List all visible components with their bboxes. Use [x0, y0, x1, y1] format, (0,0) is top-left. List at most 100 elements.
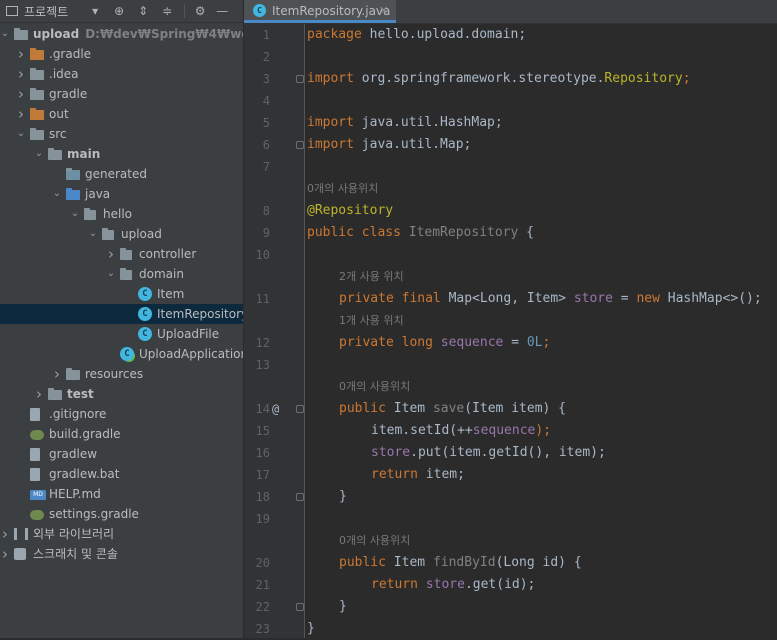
collapse-all-icon[interactable]: ≑ — [158, 2, 176, 20]
tree-item[interactable]: settings.gradle — [0, 504, 243, 524]
fold-marker-icon[interactable] — [296, 75, 304, 83]
minimize-icon[interactable]: — — [213, 2, 231, 20]
fold-marker-icon[interactable] — [296, 405, 304, 413]
tree-item[interactable]: › controller — [0, 244, 243, 264]
tree-item[interactable]: › .idea — [0, 64, 243, 84]
tree-item-label: main — [67, 147, 101, 161]
chevron-right-icon[interactable]: › — [106, 244, 116, 264]
tree-item[interactable]: ⌄ hello — [0, 204, 243, 224]
tree-item[interactable]: generated — [0, 164, 243, 184]
close-icon[interactable]: ✕ — [379, 0, 388, 22]
fold-marker-icon[interactable] — [296, 603, 304, 611]
tree-item[interactable]: build.gradle — [0, 424, 243, 444]
line-number: 17 — [255, 468, 270, 482]
chevron-right-icon[interactable]: › — [16, 104, 26, 124]
fold-marker-icon[interactable] — [296, 141, 304, 149]
usage-hint[interactable]: 1개 사용 위치 — [339, 310, 404, 332]
tree-item[interactable]: C UploadApplication — [0, 344, 243, 364]
code-token: store — [371, 445, 411, 460]
chevron-down-icon[interactable]: ⌄ — [106, 264, 116, 284]
code-line: public class ItemRepository { — [307, 222, 534, 244]
tree-item[interactable]: ⌄ uploadD:₩dev₩Spring₩4₩workspace — [0, 24, 243, 44]
tree-item[interactable]: C ItemRepository — [0, 304, 243, 324]
tree-item-label: gradle — [49, 87, 88, 101]
project-view-icon[interactable] — [6, 6, 18, 16]
tree-item-label: UploadApplication — [139, 347, 243, 361]
project-panel-title[interactable]: 프로젝트 — [24, 3, 68, 20]
code-line: private final Map<Long, Item> store = ne… — [339, 288, 762, 310]
tree-item[interactable]: C Item — [0, 284, 243, 304]
code-line: } — [339, 596, 347, 618]
tree-item[interactable]: ⌄ upload — [0, 224, 243, 244]
code-token: { — [518, 225, 534, 240]
chevron-right-icon[interactable]: › — [52, 364, 62, 384]
chevron-down-icon[interactable]: ⌄ — [70, 204, 80, 224]
class-icon: C — [138, 287, 152, 301]
tab-item-repository[interactable]: C ItemRepository.java ✕ — [244, 0, 396, 23]
tree-item[interactable]: › 외부 라이브러리 — [0, 524, 243, 544]
tree-item[interactable]: › out — [0, 104, 243, 124]
tree-item[interactable]: › 스크래치 및 콘솔 — [0, 544, 243, 564]
expand-all-icon[interactable]: ⇕ — [134, 2, 152, 20]
code-token: import — [307, 137, 354, 152]
code-line: } — [339, 486, 347, 508]
code-token: item.setId(++ — [371, 423, 473, 438]
usage-hint[interactable]: 0개의 사용위치 — [307, 178, 378, 200]
tree-item[interactable]: ⌄ src — [0, 124, 243, 144]
tree-item[interactable]: ⌄ main — [0, 144, 243, 164]
tree-item[interactable]: › gradle — [0, 84, 243, 104]
override-marker-icon[interactable]: @ — [272, 398, 279, 420]
code-line: public Item findById(Long id) { — [339, 552, 582, 574]
code-token: @Repository — [307, 203, 394, 218]
tree-item[interactable]: › resources — [0, 364, 243, 384]
tree-item[interactable]: gradlew — [0, 444, 243, 464]
code-token: } — [307, 621, 315, 636]
gear-icon[interactable]: ⚙ — [191, 2, 209, 20]
chevron-down-icon[interactable]: ⌄ — [0, 24, 10, 44]
tree-item-label: .idea — [49, 67, 79, 81]
chevron-down-icon[interactable]: ▾ — [86, 2, 104, 20]
editor-tab-bar: C ItemRepository.java ✕ — [244, 0, 777, 24]
chevron-right-icon[interactable]: › — [16, 44, 26, 64]
code-line: private long sequence = 0L; — [339, 332, 550, 354]
code-line: @Repository — [307, 200, 393, 222]
tree-item[interactable]: MD HELP.md — [0, 484, 243, 504]
chevron-down-icon[interactable]: ⌄ — [16, 124, 26, 144]
class-icon: C — [138, 327, 152, 341]
usage-hint[interactable]: 0개의 사용위치 — [339, 530, 410, 552]
tree-item[interactable]: › test — [0, 384, 243, 404]
usage-hint[interactable]: 2개 사용 위치 — [339, 266, 404, 288]
locate-icon[interactable]: ⊕ — [110, 2, 128, 20]
tree-item-label: src — [49, 127, 67, 141]
code-line: package hello.upload.domain; — [307, 24, 526, 46]
folder-icon — [30, 128, 44, 140]
tree-item-label: resources — [85, 367, 144, 381]
tree-item[interactable]: › .gradle — [0, 44, 243, 64]
tree-item[interactable]: ⌄ java — [0, 184, 243, 204]
tree-item-label: UploadFile — [157, 327, 220, 341]
tree-item-path: D:₩dev₩Spring₩4₩workspace — [85, 27, 243, 41]
code-token: findById — [432, 555, 496, 570]
chevron-right-icon[interactable]: › — [16, 84, 26, 104]
tree-item[interactable]: C UploadFile — [0, 324, 243, 344]
code-line: import org.springframework.stereotype.Re… — [307, 68, 691, 90]
tree-item[interactable]: ⌄ domain — [0, 264, 243, 284]
folder-blue-icon — [66, 188, 80, 200]
chevron-right-icon[interactable]: › — [34, 384, 44, 404]
toolbar-divider — [184, 4, 186, 18]
tree-item[interactable]: .gitignore — [0, 404, 243, 424]
chevron-right-icon[interactable]: › — [0, 544, 10, 564]
chevron-down-icon[interactable]: ⌄ — [52, 184, 62, 204]
class-icon: C — [138, 307, 152, 321]
usage-hint[interactable]: 0개의 사용위치 — [339, 376, 410, 398]
fold-marker-icon[interactable] — [296, 493, 304, 501]
folder-generated-icon — [66, 168, 80, 180]
chevron-right-icon[interactable]: › — [16, 64, 26, 84]
chevron-right-icon[interactable]: › — [0, 524, 10, 544]
chevron-down-icon[interactable]: ⌄ — [34, 144, 44, 164]
folder-icon — [30, 68, 44, 80]
chevron-down-icon[interactable]: ⌄ — [88, 224, 98, 244]
tree-item[interactable]: gradlew.bat — [0, 464, 243, 484]
code-token: save — [432, 401, 465, 416]
